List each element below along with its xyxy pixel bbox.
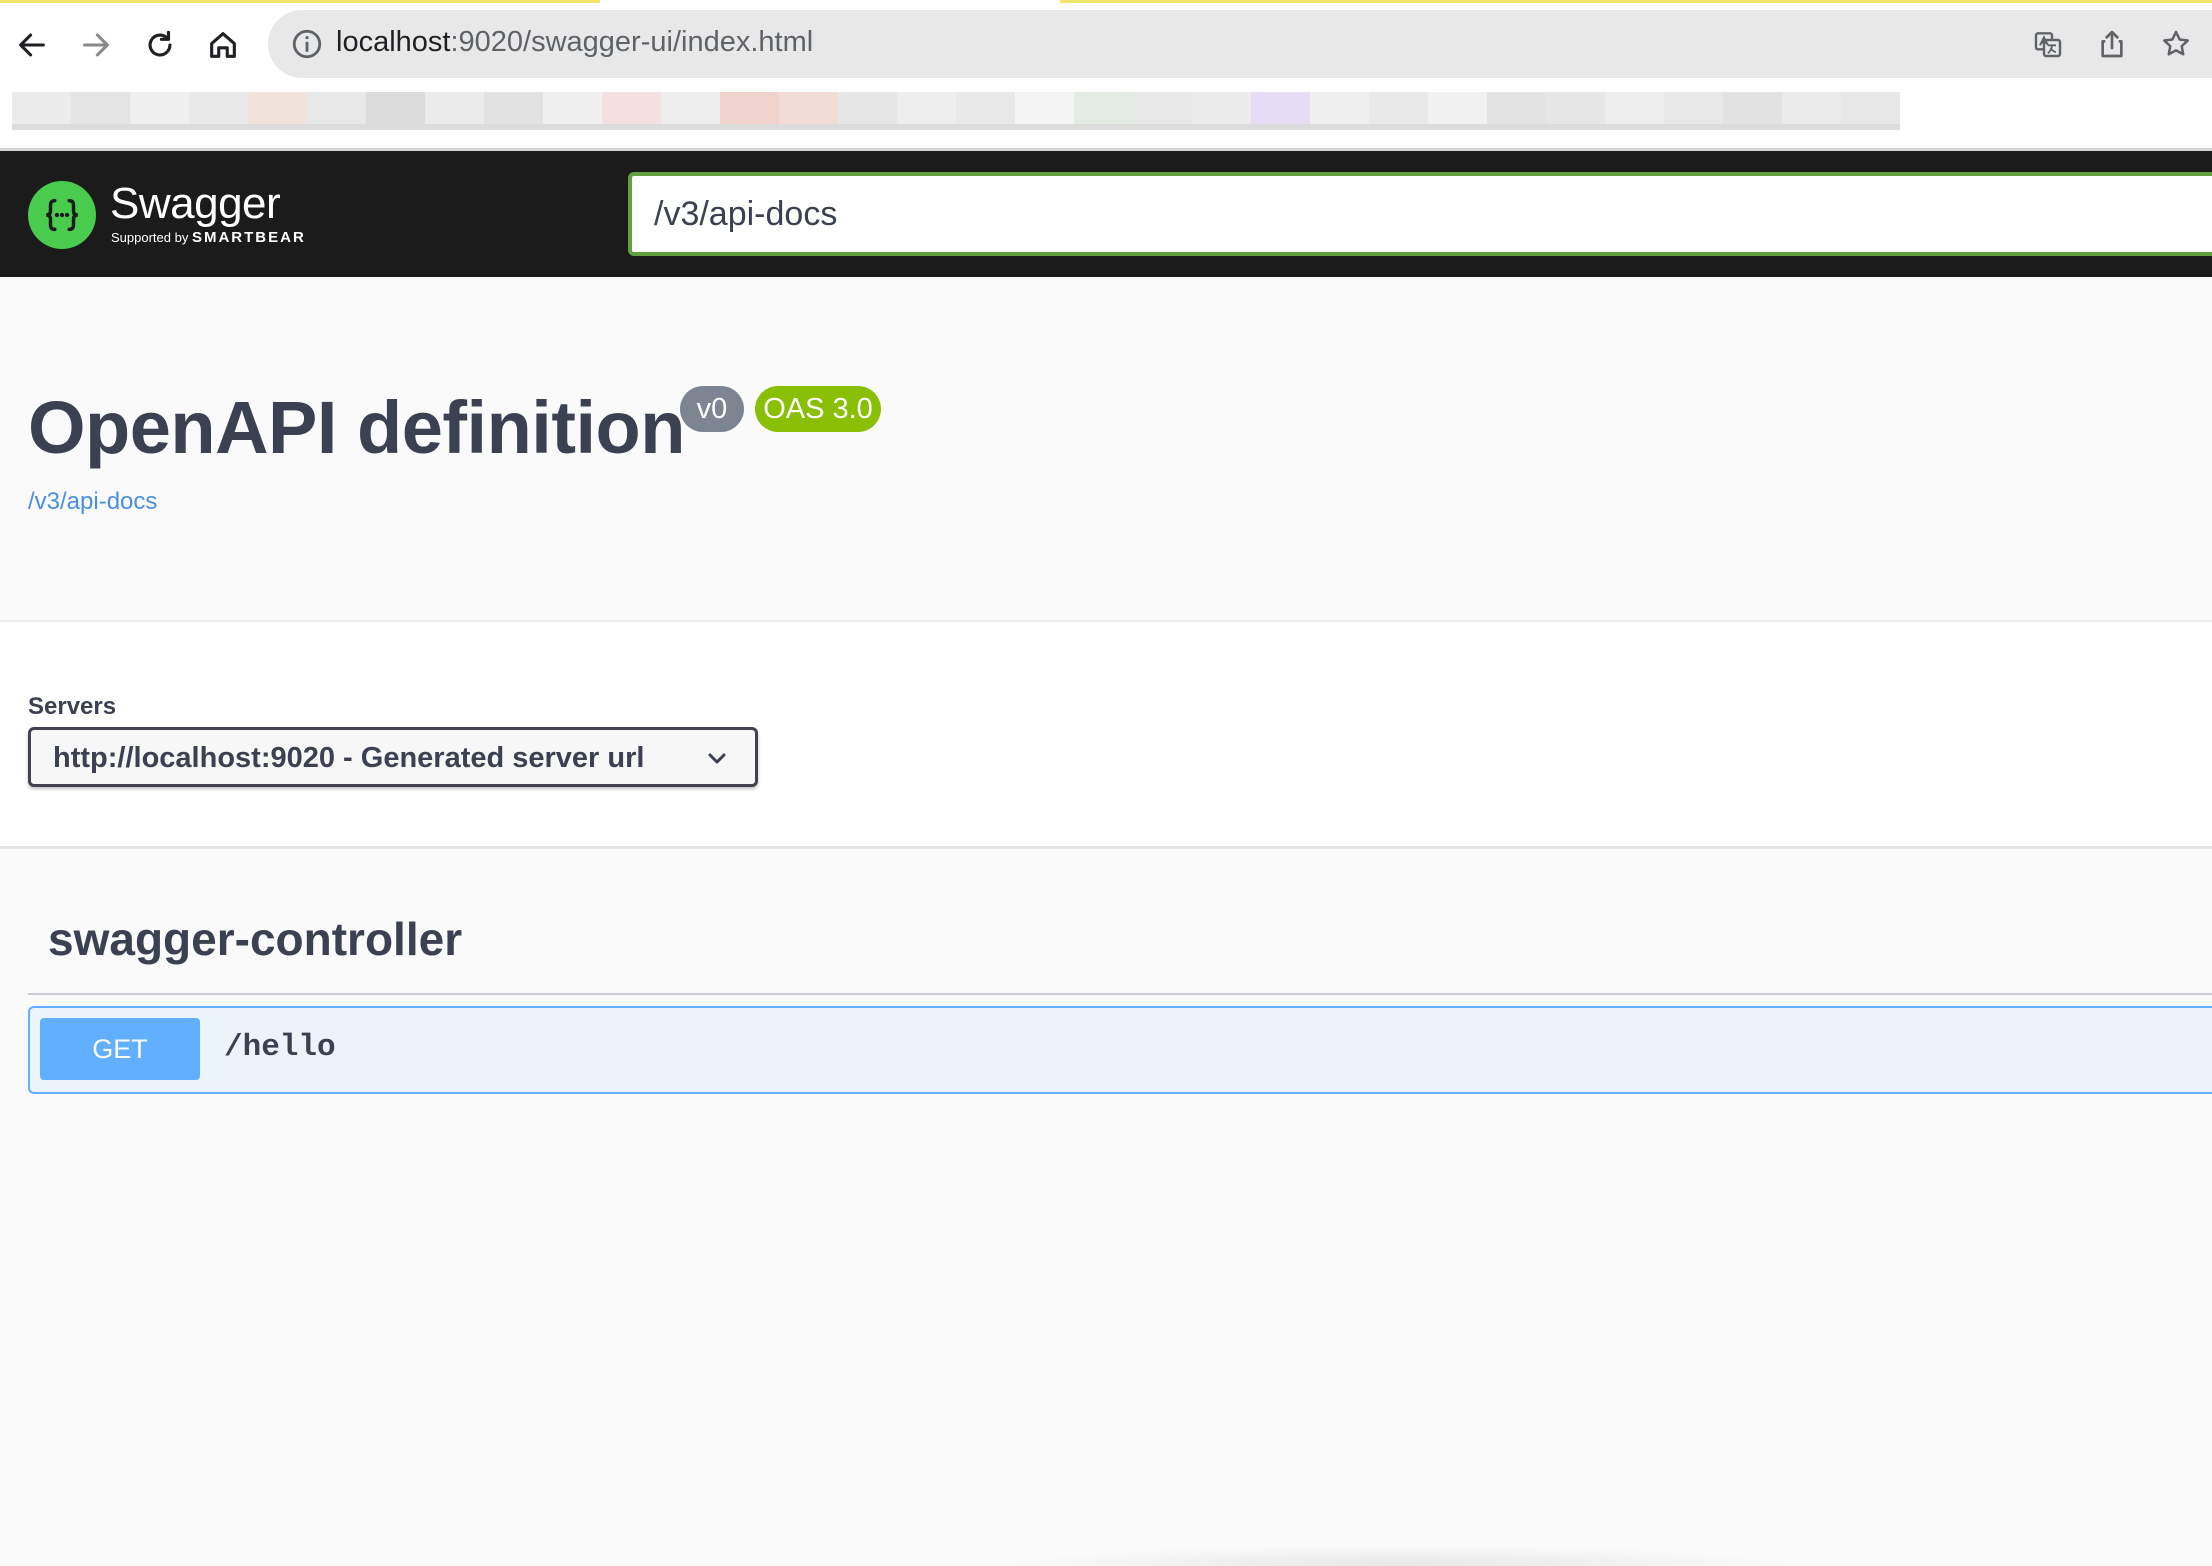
- swagger-logo[interactable]: Swagger Supported by SMARTBEAR: [28, 175, 330, 255]
- bookmark-item[interactable]: [189, 92, 248, 128]
- swagger-topbar: Swagger Supported by SMARTBEAR /v3/api-d…: [0, 151, 2212, 277]
- method-badge: GET: [40, 1018, 200, 1080]
- bookmark-item[interactable]: [12, 92, 71, 128]
- bookmark-item[interactable]: [484, 92, 543, 128]
- servers-selected-value: http://localhost:9020 - Generated server…: [53, 742, 645, 774]
- share-icon: [2101, 30, 2123, 58]
- bookmark-item[interactable]: [1310, 92, 1369, 128]
- tag-underline: [28, 993, 2212, 995]
- bookmark-item[interactable]: [1133, 92, 1192, 128]
- bookmark-item[interactable]: [1664, 92, 1723, 128]
- home-button[interactable]: [198, 20, 248, 70]
- translate-icon: [2034, 32, 2062, 58]
- address-bar[interactable]: localhost:9020/swagger-ui/index.html: [268, 10, 2212, 78]
- bookmark-item[interactable]: [248, 92, 307, 128]
- site-info-icon[interactable]: [290, 27, 324, 61]
- operation-path: /hello: [224, 1030, 336, 1065]
- bookmark-item[interactable]: [661, 92, 720, 128]
- bookmark-item[interactable]: [1487, 92, 1546, 128]
- url-path: :9020/swagger-ui/index.html: [450, 26, 814, 58]
- bookmark-item[interactable]: [1546, 92, 1605, 128]
- bookmark-item[interactable]: [779, 92, 838, 128]
- section-divider: [0, 846, 2212, 849]
- bookmark-item[interactable]: [1251, 92, 1310, 128]
- brand-name: Swagger: [110, 179, 281, 228]
- tag-title[interactable]: swagger-controller: [48, 912, 462, 966]
- operation-get-hello[interactable]: GET /hello: [28, 1006, 2212, 1094]
- version-badge: v0: [680, 386, 744, 432]
- bookmark-item[interactable]: [1369, 92, 1428, 128]
- bottom-shadow: [1000, 1545, 1800, 1566]
- tab-strip-edge: [0, 0, 2212, 3]
- definition-url-input[interactable]: /v3/api-docs: [628, 172, 2212, 256]
- bookmark-item[interactable]: [307, 92, 366, 128]
- bookmark-item[interactable]: [1841, 92, 1900, 128]
- bookmark-item[interactable]: [956, 92, 1015, 128]
- oas-badge: OAS 3.0: [755, 386, 881, 432]
- arrow-left-icon: [19, 33, 45, 57]
- bookmark-item[interactable]: [1723, 92, 1782, 128]
- servers-select[interactable]: http://localhost:9020 - Generated server…: [28, 727, 758, 787]
- back-button[interactable]: [7, 20, 57, 70]
- brand-subtitle: Supported by SMARTBEAR: [111, 229, 306, 246]
- swagger-icon: [28, 181, 96, 249]
- bookmark-star-button[interactable]: [2156, 24, 2196, 64]
- bookmark-item[interactable]: [130, 92, 189, 128]
- browser-chrome: localhost:9020/swagger-ui/index.html: [0, 0, 2212, 151]
- servers-label: Servers: [28, 693, 117, 720]
- bookmark-item[interactable]: [1428, 92, 1487, 128]
- url-host: localhost: [336, 26, 451, 58]
- bookmark-item[interactable]: [1015, 92, 1074, 128]
- home-icon: [210, 32, 236, 58]
- bookmark-item[interactable]: [425, 92, 484, 128]
- translate-button[interactable]: [2028, 24, 2068, 64]
- bookmark-item[interactable]: [1782, 92, 1841, 128]
- bookmarks-bar: [12, 92, 1900, 128]
- reload-button[interactable]: [135, 20, 185, 70]
- bookmark-item[interactable]: [1192, 92, 1251, 128]
- bookmark-item[interactable]: [897, 92, 956, 128]
- bookmark-item[interactable]: [838, 92, 897, 128]
- forward-button[interactable]: [71, 20, 121, 70]
- chevron-down-icon: [708, 753, 726, 764]
- bookmark-item[interactable]: [602, 92, 661, 128]
- bookmark-item[interactable]: [543, 92, 602, 128]
- bookmark-item[interactable]: [1605, 92, 1664, 128]
- bookmark-item[interactable]: [71, 92, 130, 128]
- bookmark-item[interactable]: [720, 92, 779, 128]
- star-icon: [2163, 30, 2189, 56]
- share-button[interactable]: [2092, 24, 2132, 64]
- bookmark-item[interactable]: [366, 92, 425, 128]
- bookmark-item[interactable]: [1074, 92, 1133, 128]
- reload-icon: [148, 30, 172, 57]
- api-title: OpenAPI definition: [28, 386, 685, 469]
- bookmarks-bar-underline: [12, 124, 1900, 130]
- address-url[interactable]: localhost:9020/swagger-ui/index.html: [336, 26, 813, 59]
- arrow-right-icon: [83, 33, 109, 57]
- spec-link[interactable]: /v3/api-docs: [28, 488, 157, 516]
